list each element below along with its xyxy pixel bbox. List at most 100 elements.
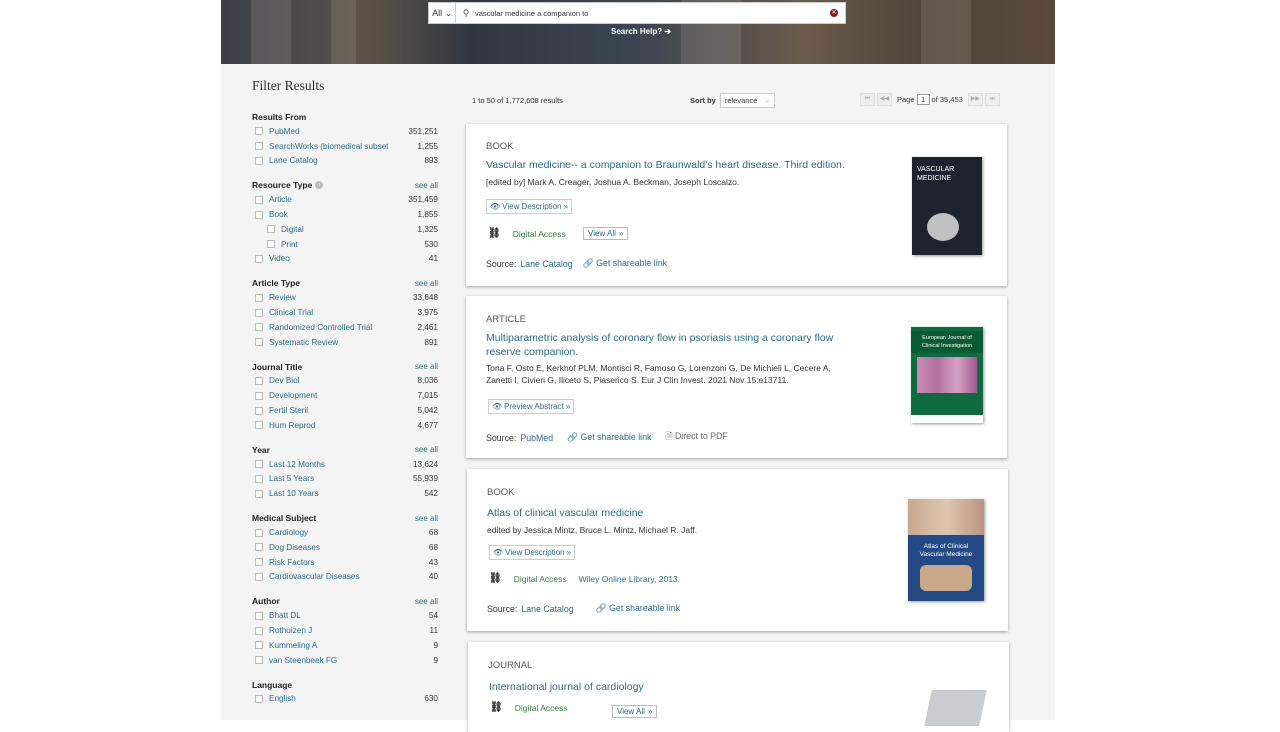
facet-item-label[interactable]: Risk Factors [269, 558, 388, 567]
search-help-link[interactable]: Search Help? ➔ [611, 27, 671, 36]
facet-checkbox[interactable] [255, 558, 263, 567]
facet-item-label[interactable]: Randomized Controlled Trial [269, 323, 388, 332]
direct-to-pdf-link[interactable]: 🗎 Direct to PDF [665, 430, 727, 445]
see-all-link[interactable]: see all [415, 514, 438, 523]
facet-item-label[interactable]: Lane Catalog [269, 156, 388, 165]
facet-checkbox[interactable] [255, 421, 263, 430]
facet-checkbox[interactable] [255, 210, 263, 219]
view-description-button[interactable]: 👁 View Description» [489, 545, 576, 560]
source-link[interactable]: PubMed [520, 433, 553, 443]
facet-checkbox[interactable] [255, 611, 263, 620]
facet-checkbox[interactable] [255, 572, 263, 581]
facet-item[interactable]: van Steenbeek FG 9 [252, 653, 438, 668]
facet-item-label[interactable]: SearchWorks (biomedical subset) [269, 142, 388, 151]
facet-item[interactable]: Book 1,855 [252, 207, 438, 222]
facet-item-label[interactable]: Article [269, 195, 388, 204]
facet-item[interactable]: Clinical Trial 3,975 [252, 305, 438, 320]
facet-item[interactable]: Development 7,015 [252, 388, 438, 403]
facet-item[interactable]: Review 33,648 [252, 290, 438, 305]
result-title-link[interactable]: International journal of cardiology [489, 680, 869, 694]
facet-item-label[interactable]: Video [269, 254, 388, 263]
facet-item-label[interactable]: PubMed [269, 127, 388, 136]
facet-checkbox[interactable] [255, 195, 263, 204]
facet-checkbox[interactable] [255, 460, 263, 469]
facet-checkbox[interactable] [255, 656, 263, 665]
view-all-button[interactable]: View All» [612, 705, 658, 718]
facet-item[interactable]: Hum Reprod 4,677 [252, 418, 438, 433]
digital-access-link[interactable]: Digital Access [513, 229, 566, 239]
facet-item[interactable]: Last 12 Months 13,624 [252, 457, 438, 472]
source-link[interactable]: Lane Catalog [521, 604, 573, 614]
facet-item-label[interactable]: van Steenbeek FG [269, 656, 388, 665]
share-link[interactable]: 🔗 Get shareable link [596, 603, 680, 614]
facet-item-label[interactable]: English [269, 694, 388, 703]
facet-item[interactable]: English 630 [252, 692, 438, 707]
facet-item-label[interactable]: Bhatt DL [269, 611, 388, 620]
facet-item-label[interactable]: Rothuizen J [269, 626, 388, 635]
facet-checkbox[interactable] [267, 240, 275, 249]
page-number-input[interactable]: 1 [916, 94, 930, 105]
result-title-link[interactable]: Atlas of clinical vascular medicine [487, 506, 867, 520]
facet-checkbox[interactable] [255, 489, 263, 498]
facet-item-label[interactable]: Hum Reprod [269, 421, 388, 430]
facet-item-label[interactable]: Cardiovascular Diseases [269, 572, 388, 581]
next-page-button[interactable]: ▶▶ [967, 93, 983, 106]
facet-item[interactable]: Kummeling A 9 [252, 638, 438, 653]
facet-item[interactable]: Digital 1,325 [252, 222, 438, 237]
facet-item-label[interactable]: Book [269, 210, 388, 219]
facet-item[interactable]: SearchWorks (biomedical subset) 1,255 [252, 139, 438, 154]
facet-item-label[interactable]: Last 5 Years [269, 474, 388, 483]
facet-checkbox[interactable] [255, 641, 263, 650]
facet-checkbox[interactable] [255, 474, 263, 483]
facet-checkbox[interactable] [255, 293, 263, 302]
source-link[interactable]: Lane Catalog [520, 259, 572, 269]
facet-checkbox[interactable] [255, 323, 263, 332]
facet-item[interactable]: Randomized Controlled Trial 2,461 [252, 320, 438, 335]
facet-item[interactable]: Lane Catalog 893 [252, 154, 438, 169]
facet-checkbox[interactable] [255, 543, 263, 552]
previous-page-button[interactable]: ◀◀ [877, 93, 892, 106]
facet-item-label[interactable]: Dev Biol [269, 376, 388, 385]
facet-checkbox[interactable] [255, 308, 263, 317]
result-title-link[interactable]: Multiparametric analysis of coronary flo… [486, 331, 856, 359]
facet-item[interactable]: Cardiology 68 [252, 525, 438, 540]
facet-item[interactable]: Risk Factors 43 [252, 555, 438, 570]
facet-item[interactable]: Article 351,459 [252, 192, 438, 207]
facet-checkbox[interactable] [255, 254, 263, 263]
facet-checkbox[interactable] [255, 376, 263, 385]
facet-checkbox[interactable] [255, 127, 263, 136]
facet-checkbox[interactable] [255, 156, 263, 165]
facet-item[interactable]: Print 530 [252, 237, 438, 252]
digital-access-link[interactable]: Digital Access [514, 574, 567, 584]
facet-item-label[interactable]: Clinical Trial [269, 308, 388, 317]
facet-item[interactable]: Dev Biol 8,036 [252, 374, 438, 389]
share-link[interactable]: 🔗 Get shareable link [567, 432, 651, 443]
see-all-link[interactable]: see all [415, 597, 438, 606]
facet-checkbox[interactable] [255, 528, 263, 537]
see-all-link[interactable]: see all [415, 362, 438, 371]
facet-item[interactable]: Video 41 [252, 252, 438, 267]
see-all-link[interactable]: see all [415, 279, 438, 288]
facet-item[interactable]: Cardiovascular Diseases 40 [252, 570, 438, 585]
facet-item[interactable]: Rothuizen J 11 [252, 623, 438, 638]
facet-checkbox[interactable] [255, 338, 263, 347]
first-page-button[interactable]: ⏮ [860, 93, 875, 106]
facet-item-label[interactable]: Dog Diseases [269, 543, 388, 552]
digital-access-link[interactable]: Digital Access [515, 703, 568, 713]
facet-item[interactable]: Bhatt DL 54 [252, 608, 438, 623]
facet-item-label[interactable]: Digital [281, 225, 388, 234]
facet-item[interactable]: Last 10 Years 542 [252, 486, 438, 501]
facet-item[interactable]: Systematic Review 891 [252, 335, 438, 350]
facet-item[interactable]: PubMed 351,251 [252, 124, 438, 139]
facet-item-label[interactable]: Development [269, 391, 388, 400]
last-page-button[interactable]: ⏭ [984, 93, 1000, 106]
facet-checkbox[interactable] [255, 142, 263, 151]
facet-checkbox[interactable] [255, 626, 263, 635]
facet-item[interactable]: Last 5 Years 55,939 [252, 472, 438, 487]
facet-item-label[interactable]: Review [269, 293, 388, 302]
facet-item-label[interactable]: Cardiology [269, 528, 388, 537]
facet-checkbox[interactable] [255, 406, 263, 415]
facet-item-label[interactable]: Systematic Review [269, 338, 388, 347]
view-description-button[interactable]: 👁 View Description» [486, 199, 573, 214]
facet-item-label[interactable]: Last 10 Years [269, 489, 388, 498]
